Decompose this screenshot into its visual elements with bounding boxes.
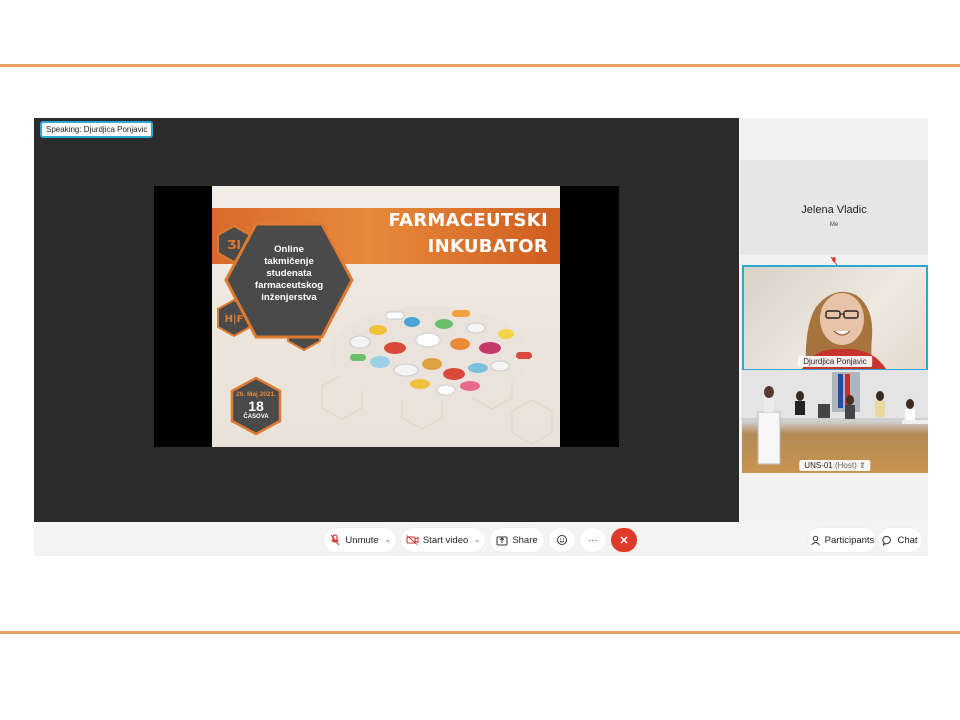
video-off-icon [406,535,419,545]
more-options-button[interactable]: ··· [580,528,606,552]
more-icon: ··· [588,534,598,546]
speaking-indicator: Speaking: Djurdjica Ponjavic [40,121,154,138]
speaker-name-label: Djurdjica Ponjavic [798,356,872,367]
room-video [742,370,928,465]
reactions-icon [557,535,567,545]
room-video-tile[interactable]: UNS-01 (Host) ⇪ [742,370,928,473]
bottom-accent-rule [0,631,960,634]
self-name: Jelena Vladic [801,204,867,216]
chevron-down-icon[interactable]: ⌄ [474,536,480,544]
microphone-muted-icon [330,534,340,546]
reactions-button[interactable] [549,528,575,552]
self-tag: Me [829,222,839,228]
participants-label: Participants [824,534,875,546]
top-accent-rule [0,64,960,67]
leave-meeting-button[interactable] [611,528,637,552]
shared-screen: FARMACEUTSKI INKUBATOR ƷI H|F Online tak… [154,186,619,447]
content-stage: Speaking: Djurdjica Ponjavic FARMACEUTSK… [34,118,739,522]
participants-panel: Jelena Vladic Me Djurdjica Ponjavic UNS-… [740,118,928,522]
slide-title-line1: FARMACEUTSKI [388,210,548,231]
speaker-video-tile[interactable]: Djurdjica Ponjavic [742,265,928,371]
presentation-slide: FARMACEUTSKI INKUBATOR ƷI H|F Online tak… [212,186,560,447]
participants-button[interactable]: Participants [808,528,876,552]
start-video-label: Start video [422,534,469,546]
chat-button[interactable]: Chat [878,528,922,552]
participants-icon [810,535,820,545]
share-screen-icon [496,536,508,545]
share-button[interactable]: Share [490,528,544,552]
room-name-label: UNS-01 (Host) ⇪ [799,460,871,471]
hexagon-text: Online takmičenje studenata farmaceutsko… [254,244,324,303]
chevron-down-icon[interactable]: ⌄ [385,536,391,544]
unmute-label: Unmute [345,534,379,546]
chat-icon [882,535,892,546]
chat-label: Chat [897,534,918,546]
slide-title-line2: INKUBATOR [427,236,548,257]
event-date: 26. Maj 2021. 18 ČASOVA [236,391,276,420]
share-tray-icon: ⇪ [859,461,866,470]
start-video-button[interactable]: Start video ⌄ [401,528,485,552]
meeting-toolbar: Unmute ⌄ Start video ⌄ Share ··· Partici… [34,522,928,556]
self-video-tile[interactable]: Jelena Vladic Me [740,160,928,255]
close-icon [620,536,628,544]
speaker-video [802,291,886,369]
unmute-button[interactable]: Unmute ⌄ [324,528,396,552]
meeting-window: Speaking: Djurdjica Ponjavic FARMACEUTSK… [34,118,928,556]
share-label: Share [512,534,538,546]
